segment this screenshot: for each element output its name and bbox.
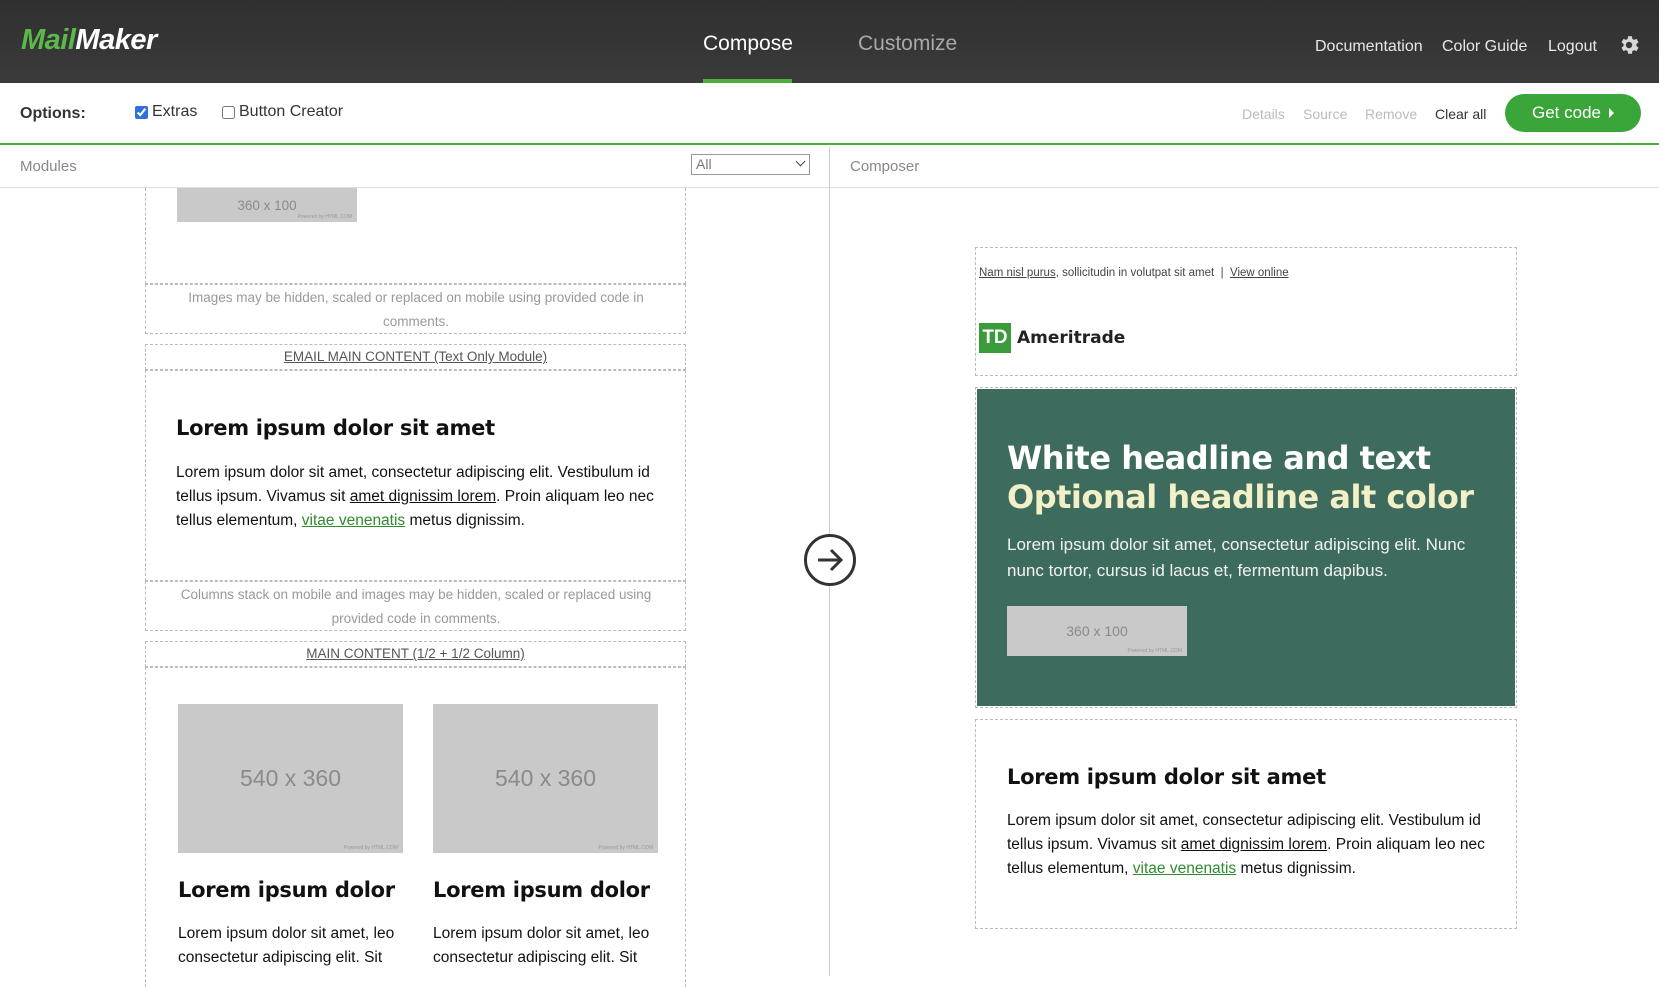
module-note-text: Images may be hidden, scaled or replaced… <box>188 290 644 329</box>
column-body-line: Lorem ipsum dolor sit amet, leo <box>178 925 395 942</box>
image-size-label: 360 x 100 <box>1066 623 1128 639</box>
module-image-banner[interactable]: 360 x 100 Powered by HTML.COM <box>145 188 686 284</box>
image-size-label: 360 x 100 <box>237 197 297 213</box>
clear-all-button[interactable]: Clear all <box>1435 106 1486 122</box>
color-guide-link[interactable]: Color Guide <box>1442 38 1527 56</box>
module-filter-select[interactable]: All <box>691 154 810 175</box>
extras-checkbox[interactable] <box>135 105 148 119</box>
details-button[interactable]: Details <box>1242 106 1285 122</box>
preheader-body: , sollicitudin in volutpat sit amet | <box>1055 267 1230 279</box>
mailmaker-logo[interactable]: MailMaker <box>21 24 157 57</box>
button-creator-option[interactable]: Button Creator <box>222 103 343 121</box>
column-body-line: consectetur adipiscing elit. Sit <box>178 949 383 966</box>
text-module-heading: Lorem ipsum dolor sit amet <box>1007 765 1326 789</box>
source-button[interactable]: Source <box>1303 106 1347 122</box>
module-two-column[interactable]: 540 x 360 Powered by HTML.COM 540 x 360 Po… <box>145 667 686 987</box>
image-size-label: 540 x 360 <box>239 765 342 791</box>
column-body-line: Lorem ipsum dolor sit amet, leo <box>433 925 650 942</box>
placeholder-image: 540 x 360 Powered by HTML.COM <box>178 704 403 853</box>
column-body: Lorem ipsum dolor sit amet, leo consecte… <box>433 922 673 970</box>
module-text-only[interactable]: Lorem ipsum dolor sit amet Lorem ipsum d… <box>145 370 686 581</box>
body-text: metus dignissim. <box>1236 860 1356 877</box>
venenatis-link[interactable]: vitae venenatis <box>1133 860 1236 877</box>
td-mark: TD <box>979 323 1011 353</box>
button-creator-checkbox[interactable] <box>222 105 235 119</box>
placeholder-image: 360 x 100 Powered by HTML.COM <box>177 188 357 222</box>
td-ameritrade-logo: TD Ameritrade <box>979 323 1125 353</box>
filter-value: All <box>696 156 712 172</box>
placeholder-image: 360 x 100 Powered by HTML.COM <box>1007 606 1187 656</box>
tab-compose[interactable]: Compose <box>703 32 793 56</box>
column-body-line: consectetur adipiscing elit. Sit <box>433 949 638 966</box>
get-code-label: Get code <box>1532 103 1601 122</box>
documentation-link[interactable]: Documentation <box>1315 38 1423 56</box>
composer-text-module[interactable]: Lorem ipsum dolor sit amet Lorem ipsum d… <box>975 719 1517 929</box>
td-name: Ameritrade <box>1017 328 1126 348</box>
module-note-text: Columns stack on mobile and images may b… <box>180 587 652 626</box>
body-text: metus dignissim. <box>405 512 525 529</box>
get-code-button[interactable]: Get code <box>1505 94 1641 132</box>
logout-link[interactable]: Logout <box>1548 38 1597 56</box>
column-body: Lorem ipsum dolor sit amet, leo consecte… <box>178 922 418 970</box>
arrow-right-icon[interactable] <box>804 534 856 586</box>
chevron-down-icon <box>795 156 806 167</box>
button-creator-label: Button Creator <box>239 103 344 120</box>
text-module-title: EMAIL MAIN CONTENT (Text Only Module) <box>283 349 548 364</box>
caret-right-icon <box>1609 108 1614 118</box>
options-label: Options: <box>20 105 86 122</box>
text-module-body: Lorem ipsum dolor sit amet, consectetur … <box>176 461 666 533</box>
dignissim-link[interactable]: amet dignissim lorem <box>350 488 496 505</box>
preheader-text: Nam nisl purus, sollicitudin in volutpat… <box>979 267 1289 279</box>
gear-icon[interactable] <box>1617 33 1641 57</box>
top-bar: MailMaker Compose Customize Documentatio… <box>0 0 1659 83</box>
text-module-body: Lorem ipsum dolor sit amet, consectetur … <box>1007 809 1497 881</box>
options-bar: Options: Extras Button Creator Details S… <box>0 83 1659 145</box>
hero-body: Lorem ipsum dolor sit amet, consectetur … <box>1007 535 1466 580</box>
hero-alt-headline: Optional headline alt color <box>1007 478 1474 516</box>
preheader-link[interactable]: Nam nisl purus <box>979 267 1056 279</box>
text-module-title-bar: EMAIL MAIN CONTENT (Text Only Module) <box>145 344 686 370</box>
module-note-columns: Columns stack on mobile and images may b… <box>145 581 686 631</box>
venenatis-link[interactable]: vitae venenatis <box>302 512 405 529</box>
column-heading: Lorem ipsum dolor <box>433 878 650 902</box>
column-heading: Lorem ipsum dolor <box>178 878 395 902</box>
dignissim-link[interactable]: amet dignissim lorem <box>1181 836 1327 853</box>
tab-customize[interactable]: Customize <box>858 32 957 56</box>
text-module-heading: Lorem ipsum dolor sit amet <box>176 416 495 440</box>
placeholder-image: 540 x 360 Powered by HTML.COM <box>433 704 658 853</box>
module-note-images: Images may be hidden, scaled or replaced… <box>145 284 686 334</box>
view-online-link[interactable]: View online <box>1230 267 1289 279</box>
extras-option[interactable]: Extras <box>135 103 197 121</box>
logo-mail: Mail <box>21 24 76 56</box>
hero-headline: White headline and text <box>1007 439 1431 477</box>
column-module-title: MAIN CONTENT (1/2 + 1/2 Column) <box>306 646 525 661</box>
logo-maker: Maker <box>75 24 157 56</box>
composer-header: Composer <box>830 147 1659 188</box>
hero-block: White headline and text Optional headlin… <box>977 389 1515 706</box>
image-size-label: 540 x 360 <box>494 765 597 791</box>
composer-title: Composer <box>850 158 920 175</box>
remove-button[interactable]: Remove <box>1365 106 1417 122</box>
modules-title: Modules <box>20 158 77 175</box>
column-module-title-bar: MAIN CONTENT (1/2 + 1/2 Column) <box>145 641 686 667</box>
extras-label: Extras <box>152 103 198 120</box>
